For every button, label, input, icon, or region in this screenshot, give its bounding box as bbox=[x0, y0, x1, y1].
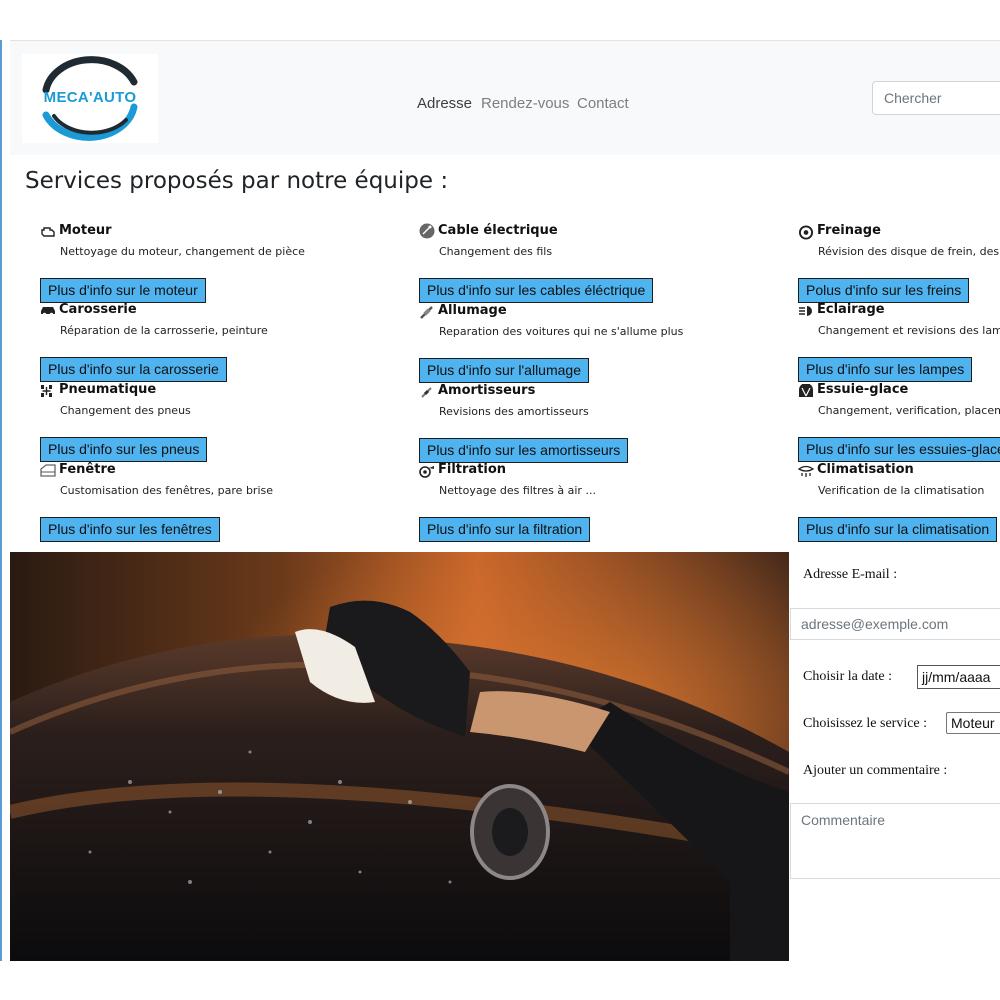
service-cable-electrique: Cable électrique Changement des fils Plu… bbox=[419, 222, 799, 303]
service-title: Climatisation bbox=[817, 462, 914, 477]
page: MECA'AUTO Adresse Rendez-vous Contact Se… bbox=[0, 0, 1000, 1000]
service-climatisation: Climatisation Verification de la climati… bbox=[798, 461, 1000, 542]
ac-icon bbox=[798, 465, 814, 477]
spark-plug-icon bbox=[420, 306, 433, 319]
service-select[interactable]: Moteur bbox=[946, 712, 1000, 734]
info-button-freinage[interactable]: Polus d'info sur les freins bbox=[798, 278, 970, 303]
service-eclairage: Eclairage Changement et revisions des la… bbox=[798, 301, 1000, 382]
logo-text: MECA'AUTO bbox=[43, 89, 137, 106]
service-freinage: Freinage Révision des disque de frein, d… bbox=[798, 222, 1000, 303]
service-description: Customisation des fenêtres, pare brise bbox=[60, 484, 274, 497]
logo[interactable]: MECA'AUTO bbox=[22, 54, 158, 143]
tire-axle-icon bbox=[41, 385, 52, 397]
info-button-essuie-glace[interactable]: Plus d'info sur les essuies-glace bbox=[798, 437, 1000, 462]
service-description: Revisions des amortisseurs bbox=[439, 405, 589, 418]
service-description: Nettoyage du moteur, changement de pièce bbox=[60, 245, 305, 258]
navbar: MECA'AUTO Adresse Rendez-vous Contact bbox=[10, 40, 1000, 155]
nav-link-rendez-vous[interactable]: Rendez-vous bbox=[481, 95, 569, 112]
car-icon bbox=[41, 307, 55, 317]
service-description: Reparation des voitures qui ne s'allume … bbox=[439, 325, 684, 338]
service-description: Changement des pneus bbox=[60, 404, 191, 417]
appointment-form: Adresse E-mail : Choisir la date : jj/mm… bbox=[789, 552, 1000, 961]
date-label: Choisir la date : bbox=[803, 669, 893, 684]
service-carosserie: Carosserie Réparation de la carrosserie,… bbox=[40, 301, 420, 382]
service-amortisseurs: Amortisseurs Revisions des amortisseurs … bbox=[419, 382, 799, 463]
info-button-carosserie[interactable]: Plus d'info sur la carosserie bbox=[40, 357, 227, 382]
brake-disc-icon bbox=[798, 225, 814, 240]
service-moteur: Moteur Nettoyage du moteur, changement d… bbox=[40, 222, 420, 303]
service-description: Changement, verification, placeme bbox=[818, 404, 1000, 417]
comment-label: Ajouter un commentaire : bbox=[803, 763, 948, 778]
service-title: Freinage bbox=[817, 223, 881, 238]
service-title: Moteur bbox=[59, 223, 112, 238]
service-fenetre: Fenêtre Customisation des fenêtres, pare… bbox=[40, 461, 420, 542]
service-description: Réparation de la carrosserie, peinture bbox=[60, 324, 268, 337]
left-edge-border bbox=[0, 40, 2, 961]
service-description: Changement des fils bbox=[439, 245, 553, 258]
info-button-climatisation[interactable]: Plus d'info sur la climatisation bbox=[798, 517, 998, 542]
service-description: Verification de la climatisation bbox=[818, 484, 985, 497]
service-allumage: Allumage Reparation des voitures qui ne … bbox=[419, 302, 799, 383]
service-description: Changement et revisions des lamp bbox=[818, 324, 1000, 337]
service-title: Eclairage bbox=[817, 302, 885, 317]
info-button-amortisseurs[interactable]: Plus d'info sur les amortisseurs bbox=[419, 438, 629, 463]
service-title: Carosserie bbox=[59, 302, 137, 317]
service-title: Filtration bbox=[438, 462, 507, 477]
info-button-cable-electrique[interactable]: Plus d'info sur les cables éléctrique bbox=[419, 278, 654, 303]
search-input[interactable] bbox=[872, 81, 1000, 115]
wiper-icon bbox=[799, 384, 813, 397]
service-title: Fenêtre bbox=[59, 462, 116, 477]
cable-icon bbox=[419, 223, 435, 239]
date-field[interactable]: jj/mm/aaaa bbox=[917, 665, 1000, 689]
info-button-eclairage[interactable]: Plus d'info sur les lampes bbox=[798, 357, 973, 382]
service-title: Allumage bbox=[438, 303, 507, 318]
service-title: Essuie-glace bbox=[817, 382, 909, 397]
email-field[interactable] bbox=[790, 608, 1000, 640]
hero-car-cleaning-image bbox=[10, 552, 789, 961]
service-select-label: Choisissez le service : bbox=[803, 716, 928, 731]
comment-field[interactable] bbox=[790, 803, 1000, 879]
services-title: Services proposés par notre équipe : bbox=[25, 168, 449, 194]
info-button-filtration[interactable]: Plus d'info sur la filtration bbox=[419, 517, 591, 542]
window-icon bbox=[40, 464, 56, 477]
engine-icon bbox=[41, 227, 55, 237]
service-filtration: Filtration Nettoyage des filtres à air .… bbox=[419, 461, 799, 542]
headlight-icon bbox=[799, 306, 812, 316]
service-title: Pneumatique bbox=[59, 382, 157, 397]
email-label: Adresse E-mail : bbox=[803, 567, 898, 582]
info-button-fenetre[interactable]: Plus d'info sur les fenêtres bbox=[40, 517, 220, 542]
filter-icon bbox=[419, 466, 434, 478]
service-description: Nettoyage des filtres à air ... bbox=[439, 484, 596, 497]
shock-absorber-icon bbox=[421, 387, 432, 398]
service-pneumatique: Pneumatique Changement des pneus Plus d'… bbox=[40, 381, 420, 462]
service-title: Cable électrique bbox=[438, 223, 558, 238]
info-button-moteur[interactable]: Plus d'info sur le moteur bbox=[40, 278, 206, 303]
info-button-allumage[interactable]: Plus d'info sur l'allumage bbox=[419, 358, 589, 383]
service-essuie-glace: Essuie-glace Changement, verification, p… bbox=[798, 381, 1000, 462]
info-button-pneumatique[interactable]: Plus d'info sur les pneus bbox=[40, 437, 208, 462]
nav-link-adresse[interactable]: Adresse bbox=[417, 95, 472, 112]
service-title: Amortisseurs bbox=[438, 383, 536, 398]
service-description: Révision des disque de frein, des c bbox=[818, 245, 1000, 258]
nav-link-contact[interactable]: Contact bbox=[577, 95, 629, 112]
